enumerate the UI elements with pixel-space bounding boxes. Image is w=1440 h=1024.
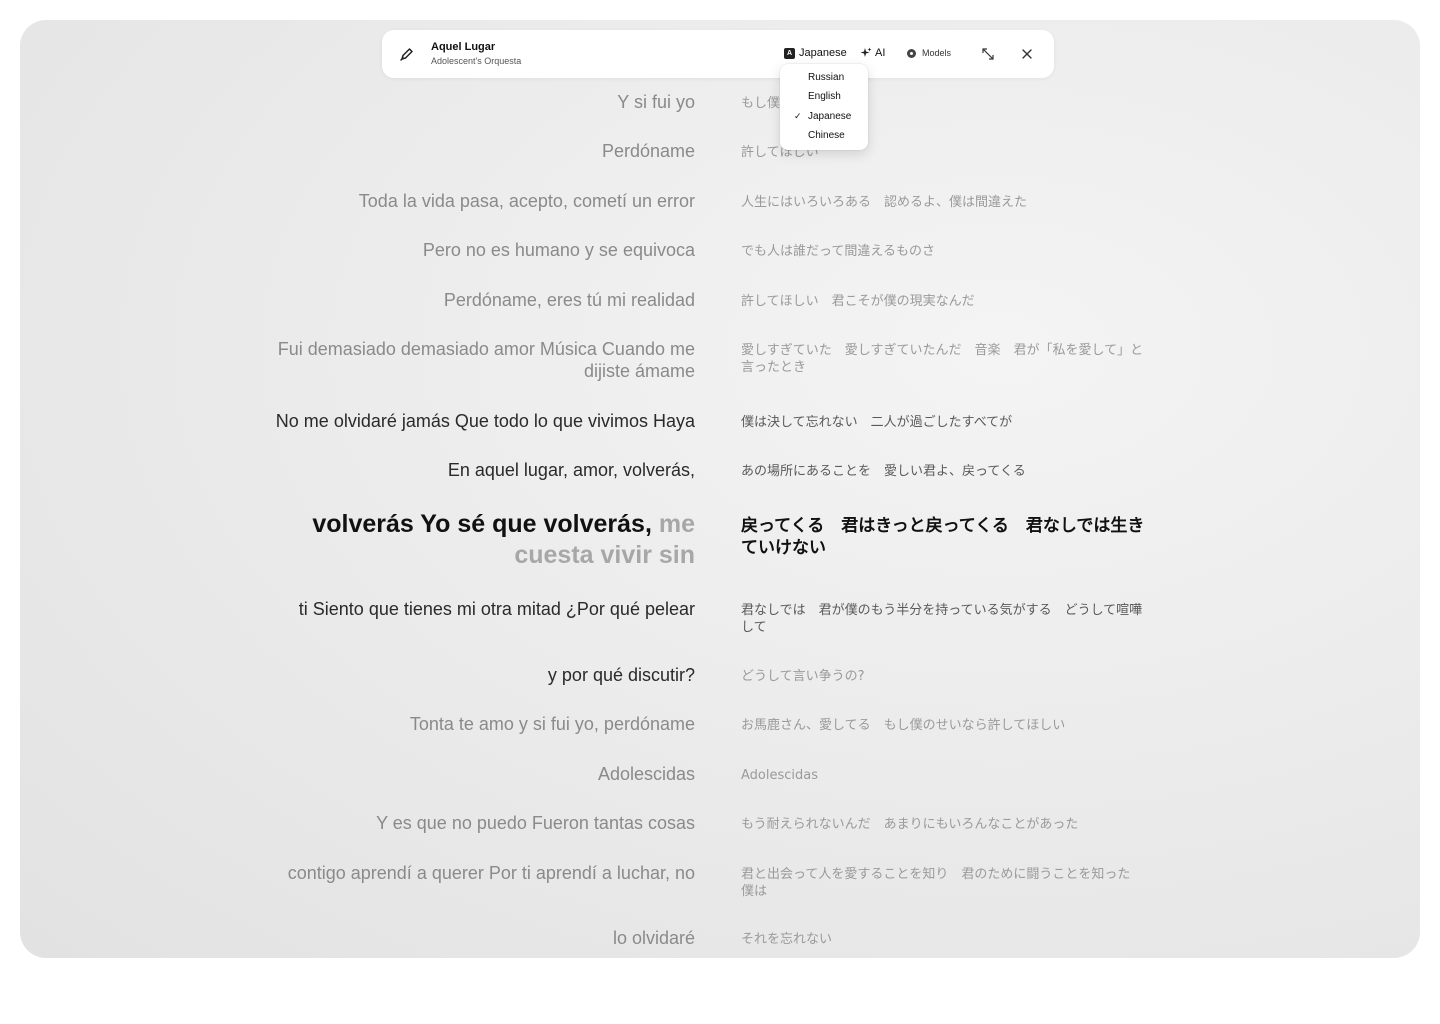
lyric-original: contigo aprendí a querer Por ti aprendí … [287,863,695,883]
expand-arrows-icon [982,48,994,60]
lyric-original: Toda la vida pasa, acepto, cometí un err… [358,191,695,211]
lyric-original: Perdóname, eres tú mi realidad [443,290,695,310]
models-icon [907,48,916,58]
ai-label: AI [875,47,886,59]
lyric-translation-active: 戻ってくる 君はきっと戻ってくる 君なしでは生きていけない [741,516,1145,558]
lyrics-window: Y si fui yo もし僕のせいなら Perdóname 許してほしい To… [20,20,1420,958]
models-label: Models [922,48,952,58]
lyric-translation: 僕は決して忘れない 二人が過ごしたすべてが [741,415,1013,430]
lyric-original: y por qué discutir? [547,665,695,685]
lyric-original: lo olvidaré [612,928,695,948]
lyric-original: Adolescidas [597,764,695,784]
lyric-translation: でも人は誰だって間違えるものさ [741,244,935,259]
lyric-original: En aquel lugar, amor, volverás, [447,460,695,480]
language-option-chinese[interactable]: Chinese [780,126,868,145]
lyric-sung-part: volverás Yo sé que volverás, [312,510,652,538]
lyric-original: No me olvidaré jamás Que todo lo que viv… [275,411,695,431]
language-dropdown-menu: Russian English ✓ Japanese Chinese [780,64,868,150]
lyric-original: Fui demasiado demasiado amor Música Cuan… [277,339,695,381]
language-option-japanese[interactable]: ✓ Japanese [780,107,868,126]
lyric-original: Perdóname [601,141,695,161]
lyric-original-active: volverás Yo sé que volverás, me cuesta v… [255,509,695,571]
lyric-translation: もう耐えられないんだ あまりにもいろんなことがあった [741,817,1079,832]
lyric-original: Tonta te amo y si fui yo, perdóname [409,714,695,734]
lyric-translation: Adolescidas [741,768,819,783]
translate-icon: A [784,47,795,59]
pen-icon [400,48,413,61]
now-playing-bar: Aquel Lugar Adolescent's Orquesta A Japa… [382,30,1054,78]
lyric-translation: どうして言い争うの? [741,669,865,684]
close-icon [1022,49,1032,59]
translation-language-button[interactable]: A Japanese [784,47,847,59]
lyric-translation: 君と出会って人を愛することを知り 君のために闘うことを知った 僕は [741,867,1144,899]
language-option-label: Japanese [808,111,852,122]
lyric-original: Y si fui yo [617,92,695,112]
lyric-translation: お馬鹿さん、愛してる もし僕のせいなら許してほしい [741,718,1066,733]
language-option-russian[interactable]: Russian [780,68,868,87]
lyric-translation: それを忘れない [741,932,833,947]
track-info: Aquel Lugar Adolescent's Orquesta [431,41,521,68]
lyric-translation: あの場所にあることを 愛しい君よ、戻ってくる [741,464,1026,479]
edit-lyrics-button[interactable] [398,45,416,63]
lyric-translation: 人生にはいろいろある 認めるよ、僕は間違えた [741,195,1028,210]
ai-button[interactable]: AI [860,47,885,59]
close-button[interactable] [1020,47,1034,61]
sparkle-icon [860,47,872,57]
lyric-translation: 君なしでは 君が僕のもう半分を持っている気がする どうして喧嘩して [741,603,1143,635]
lyric-original: Pero no es humano y se equivoca [422,240,695,260]
lyric-translation: 許してほしい 君こそが僕の現実なんだ [741,294,975,309]
lyric-original: ti Siento que tienes mi otra mitad ¿Por … [298,599,695,619]
checkmark-icon: ✓ [794,111,802,121]
lyric-original: Y es que no puedo Fueron tantas cosas [376,813,695,833]
track-title: Aquel Lugar [431,41,496,53]
track-artist: Adolescent's Orquesta [431,56,522,66]
lyric-translation: 愛しすぎていた 愛しすぎていたんだ 音楽 君が「私を愛して」と言ったとき [741,343,1144,375]
translation-language-label: Japanese [799,47,847,59]
language-option-english[interactable]: English [780,87,868,106]
models-button[interactable]: Models [907,48,951,58]
expand-button[interactable] [980,46,996,62]
